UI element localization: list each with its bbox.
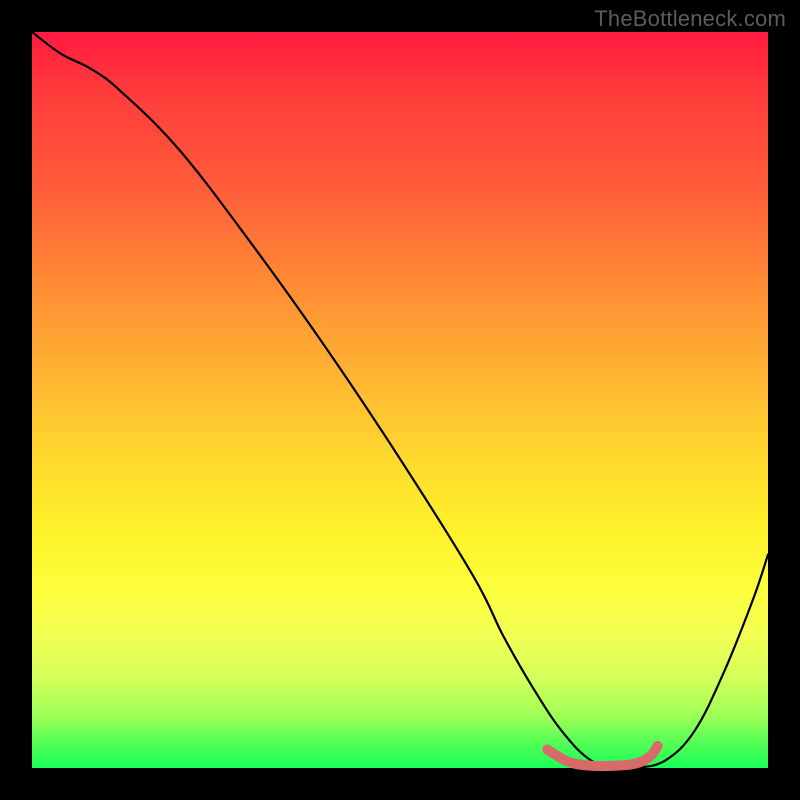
chart-svg xyxy=(32,32,768,768)
optimal-range-marker-line xyxy=(547,746,657,766)
watermark-label: TheBottleneck.com xyxy=(594,6,786,32)
chart-frame: TheBottleneck.com xyxy=(0,0,800,800)
bottleneck-curve-line xyxy=(32,32,768,769)
plot-area xyxy=(32,32,768,768)
